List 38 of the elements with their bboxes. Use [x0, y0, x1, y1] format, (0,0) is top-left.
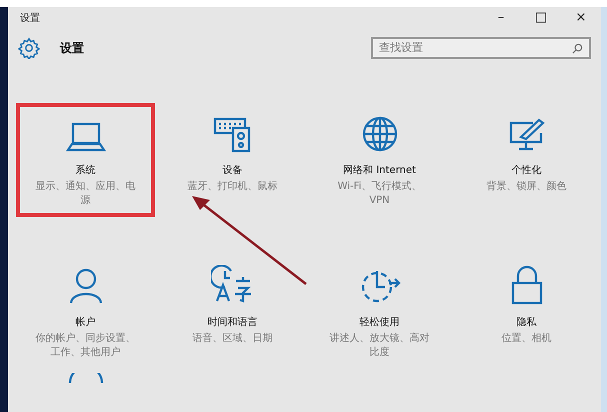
tile-title: 帐户	[76, 316, 96, 330]
highlighted-tile[interactable]: 系统 显示、通知、应用、电源	[16, 103, 155, 217]
tile-description: 你的帐户、同步设置、工作、其他用户	[34, 332, 136, 360]
page-title: 设置	[60, 40, 84, 57]
tile-title: 时间和语言	[208, 316, 258, 330]
maximize-button[interactable]: □	[521, 7, 561, 29]
tile-description: 蓝牙、打印机、鼠标	[186, 180, 278, 194]
globe-icon	[360, 115, 398, 153]
search-input[interactable]: 查找设置	[379, 40, 572, 56]
tile-title: 系统	[76, 164, 96, 178]
tile-description: 位置、相机	[500, 332, 552, 346]
person-icon	[68, 267, 104, 305]
tile-title: 设备	[222, 164, 242, 178]
tile-description: 背景、锁屏、颜色	[486, 180, 568, 194]
settings-tile[interactable]: 时间和语言 语音、区域、日期	[163, 255, 302, 369]
tile-title: 隐私	[516, 316, 536, 330]
tile-title: 网络和 Internet	[343, 164, 416, 178]
keyboard-speaker-icon	[212, 117, 252, 153]
laptop-icon	[66, 121, 106, 153]
settings-tile[interactable]: 设备 蓝牙、打印机、鼠标	[163, 103, 302, 217]
tile-description: 讲述人、放大镜、高对比度	[328, 332, 430, 360]
tile-title: 个性化	[512, 164, 542, 178]
settings-tile[interactable]: 轻松使用 讲述人、放大镜、高对比度	[310, 255, 449, 369]
settings-icon	[18, 37, 40, 59]
search-field[interactable]: 查找设置	[371, 37, 591, 59]
close-button[interactable]: ×	[561, 7, 601, 29]
settings-tile[interactable]: 个性化 背景、锁屏、颜色	[457, 103, 596, 217]
window-title: 设置	[20, 12, 40, 26]
minimize-button[interactable]: –	[481, 7, 521, 29]
tile-description: Wi-Fi、飞行模式、VPN	[336, 180, 422, 208]
search-icon	[572, 42, 583, 54]
tile-description: 显示、通知、应用、电源	[34, 180, 136, 208]
tile-title: 轻松使用	[360, 316, 400, 330]
padlock-icon	[510, 265, 544, 305]
settings-tile[interactable]: 帐户 你的帐户、同步设置、工作、其他用户	[16, 255, 155, 369]
tile-description: 语音、区域、日期	[192, 332, 274, 346]
settings-tile[interactable]: 隐私 位置、相机	[457, 255, 596, 369]
settings-tile[interactable]: 网络和 Internet Wi-Fi、飞行模式、VPN	[310, 103, 449, 217]
